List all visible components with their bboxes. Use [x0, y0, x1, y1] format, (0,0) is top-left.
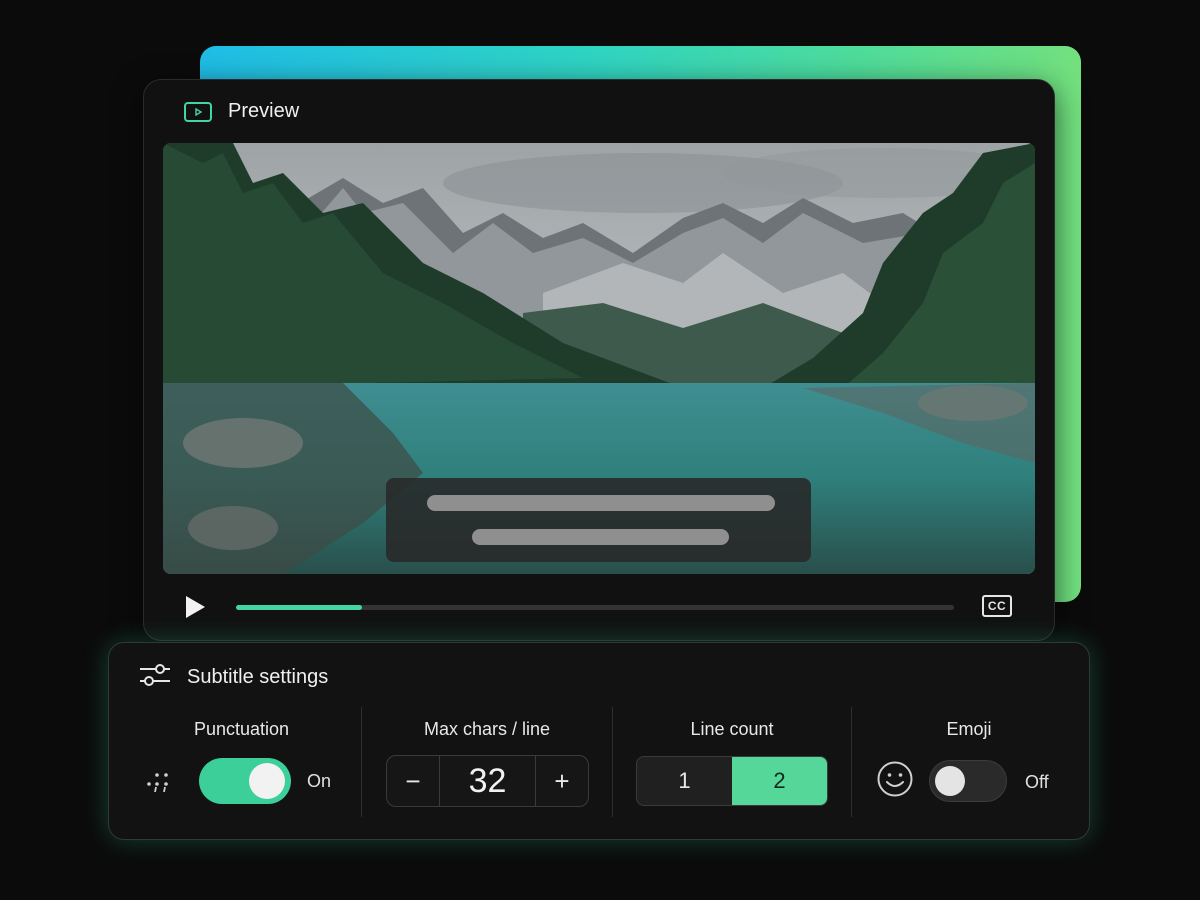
- settings-title: Subtitle settings: [187, 666, 329, 688]
- increment-button[interactable]: +: [536, 756, 588, 806]
- progress-bar[interactable]: [236, 605, 954, 610]
- emoji-state: Off: [1025, 772, 1049, 792]
- punctuation-icon: [143, 767, 173, 800]
- play-box-icon: [184, 101, 212, 122]
- preview-title: Preview: [228, 100, 300, 122]
- subtitle-settings-panel: Subtitle settings Punctuation On Max cha…: [108, 642, 1090, 840]
- max-chars-label: Max chars / line: [423, 719, 551, 739]
- smiley-icon: [876, 760, 914, 803]
- video-frame[interactable]: [163, 143, 1035, 574]
- line-count-option-2[interactable]: 2: [732, 757, 827, 805]
- divider: [851, 707, 852, 817]
- play-icon[interactable]: [182, 594, 208, 625]
- divider: [612, 707, 613, 817]
- max-chars-value[interactable]: 32: [439, 756, 536, 806]
- punctuation-toggle[interactable]: [199, 758, 291, 804]
- subtitle-placeholder-line-1: [427, 495, 775, 511]
- cc-icon[interactable]: CC: [982, 595, 1012, 617]
- line-count-option-1[interactable]: 1: [637, 757, 732, 805]
- subtitle-placeholder-line-2: [472, 529, 729, 545]
- toggle-knob: [249, 763, 285, 799]
- progress-fill: [236, 605, 362, 610]
- divider: [361, 707, 362, 817]
- preview-header: Preview: [184, 100, 299, 123]
- emoji-toggle[interactable]: [929, 760, 1007, 802]
- emoji-label: Emoji: [946, 719, 992, 739]
- max-chars-stepper: − 32 +: [386, 755, 589, 807]
- settings-header: Subtitle settings: [139, 663, 328, 692]
- line-count-label: Line count: [690, 719, 774, 739]
- sliders-icon: [139, 663, 171, 692]
- toggle-knob: [935, 766, 965, 796]
- punctuation-state: On: [307, 771, 332, 791]
- punctuation-label: Punctuation: [193, 719, 290, 739]
- playback-controls: CC: [144, 580, 1054, 630]
- decrement-button[interactable]: −: [387, 756, 439, 806]
- preview-panel: Preview CC: [143, 79, 1055, 641]
- line-count-selector: 1 2: [636, 756, 828, 806]
- subtitle-overlay: [386, 478, 811, 562]
